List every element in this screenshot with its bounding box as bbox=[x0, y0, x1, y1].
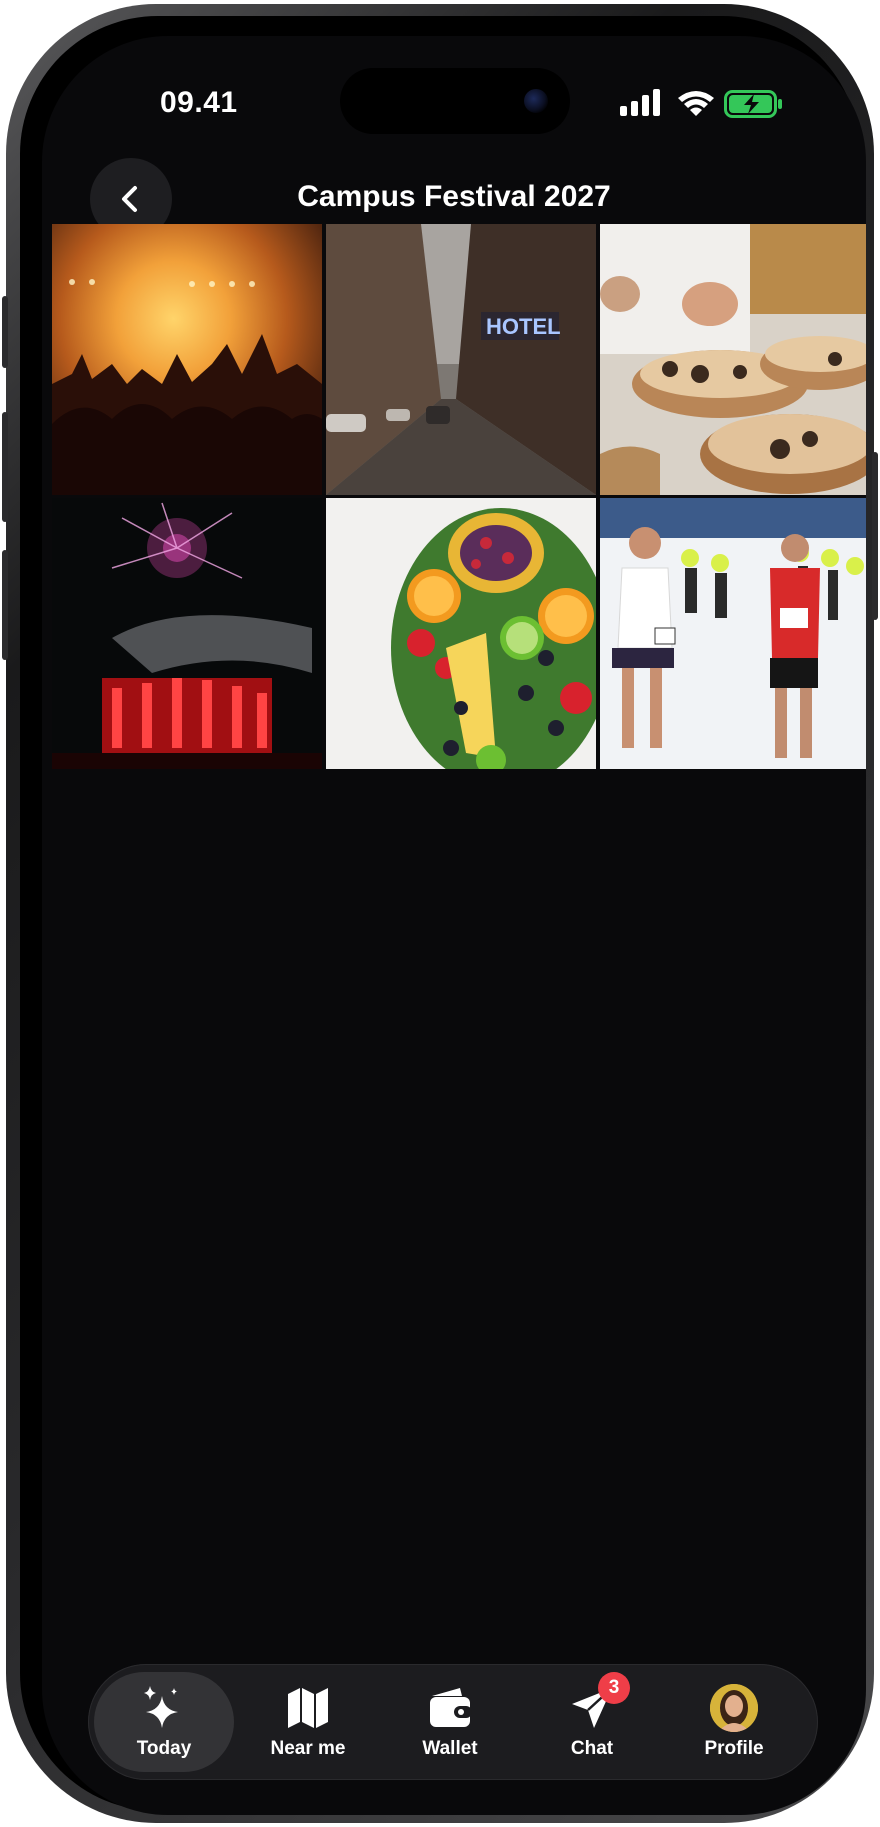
concert-crowd-photo[interactable] bbox=[52, 224, 322, 495]
photo-grid: HOTEL bbox=[52, 224, 866, 769]
tab-profile[interactable]: Profile bbox=[664, 1672, 804, 1772]
chat-icon-wrap: 3 bbox=[568, 1672, 630, 1732]
tab-bar: Today Near me Wallet 3 Chat Profile bbox=[88, 1664, 818, 1780]
chat-badge: 3 bbox=[598, 1672, 630, 1704]
chef-plating-food-photo[interactable] bbox=[600, 224, 866, 495]
tab-near-me-label: Near me bbox=[270, 1738, 346, 1759]
tab-chat[interactable]: 3 Chat bbox=[522, 1672, 662, 1772]
profile-avatar-wrap bbox=[710, 1684, 758, 1732]
tab-wallet[interactable]: Wallet bbox=[380, 1672, 520, 1772]
volume-up-button bbox=[2, 412, 8, 522]
wifi-icon bbox=[678, 91, 714, 116]
power-button bbox=[872, 452, 878, 620]
signal-icon bbox=[620, 88, 666, 118]
tab-chat-label: Chat bbox=[570, 1738, 614, 1759]
volume-down-button bbox=[2, 550, 8, 660]
phone-frame: 09.41 Campus Festival 2027 HOTEL Today N… bbox=[2, 4, 878, 1823]
tab-near-me[interactable]: Near me bbox=[238, 1672, 378, 1772]
status-icons bbox=[620, 88, 782, 118]
tab-wallet-label: Wallet bbox=[422, 1738, 478, 1759]
camera-icon bbox=[524, 89, 548, 113]
sparkles-icon bbox=[144, 1686, 178, 1728]
battery-charging-icon bbox=[724, 90, 782, 118]
svg-text:HOTEL: HOTEL bbox=[486, 314, 561, 339]
wallet-icon bbox=[430, 1688, 472, 1727]
fireworks-stage-photo[interactable] bbox=[52, 498, 322, 769]
bezel: 09.41 Campus Festival 2027 HOTEL Today N… bbox=[20, 16, 866, 1815]
dynamic-island bbox=[340, 68, 570, 134]
screen: 09.41 Campus Festival 2027 HOTEL Today N… bbox=[42, 36, 866, 1815]
tab-today[interactable]: Today bbox=[94, 1672, 234, 1772]
action-button bbox=[2, 296, 8, 368]
status-time: 09.41 bbox=[160, 86, 238, 119]
city-street-hotel-photo[interactable]: HOTEL bbox=[326, 224, 596, 495]
fruit-platter-photo[interactable] bbox=[326, 498, 596, 769]
tab-today-label: Today bbox=[136, 1738, 192, 1759]
avatar bbox=[710, 1684, 758, 1732]
map-icon bbox=[288, 1688, 328, 1728]
chevron-left-icon bbox=[122, 186, 137, 212]
tab-profile-label: Profile bbox=[704, 1738, 764, 1759]
marathon-runners-photo[interactable] bbox=[600, 498, 866, 769]
page-title: Campus Festival 2027 bbox=[297, 180, 611, 213]
